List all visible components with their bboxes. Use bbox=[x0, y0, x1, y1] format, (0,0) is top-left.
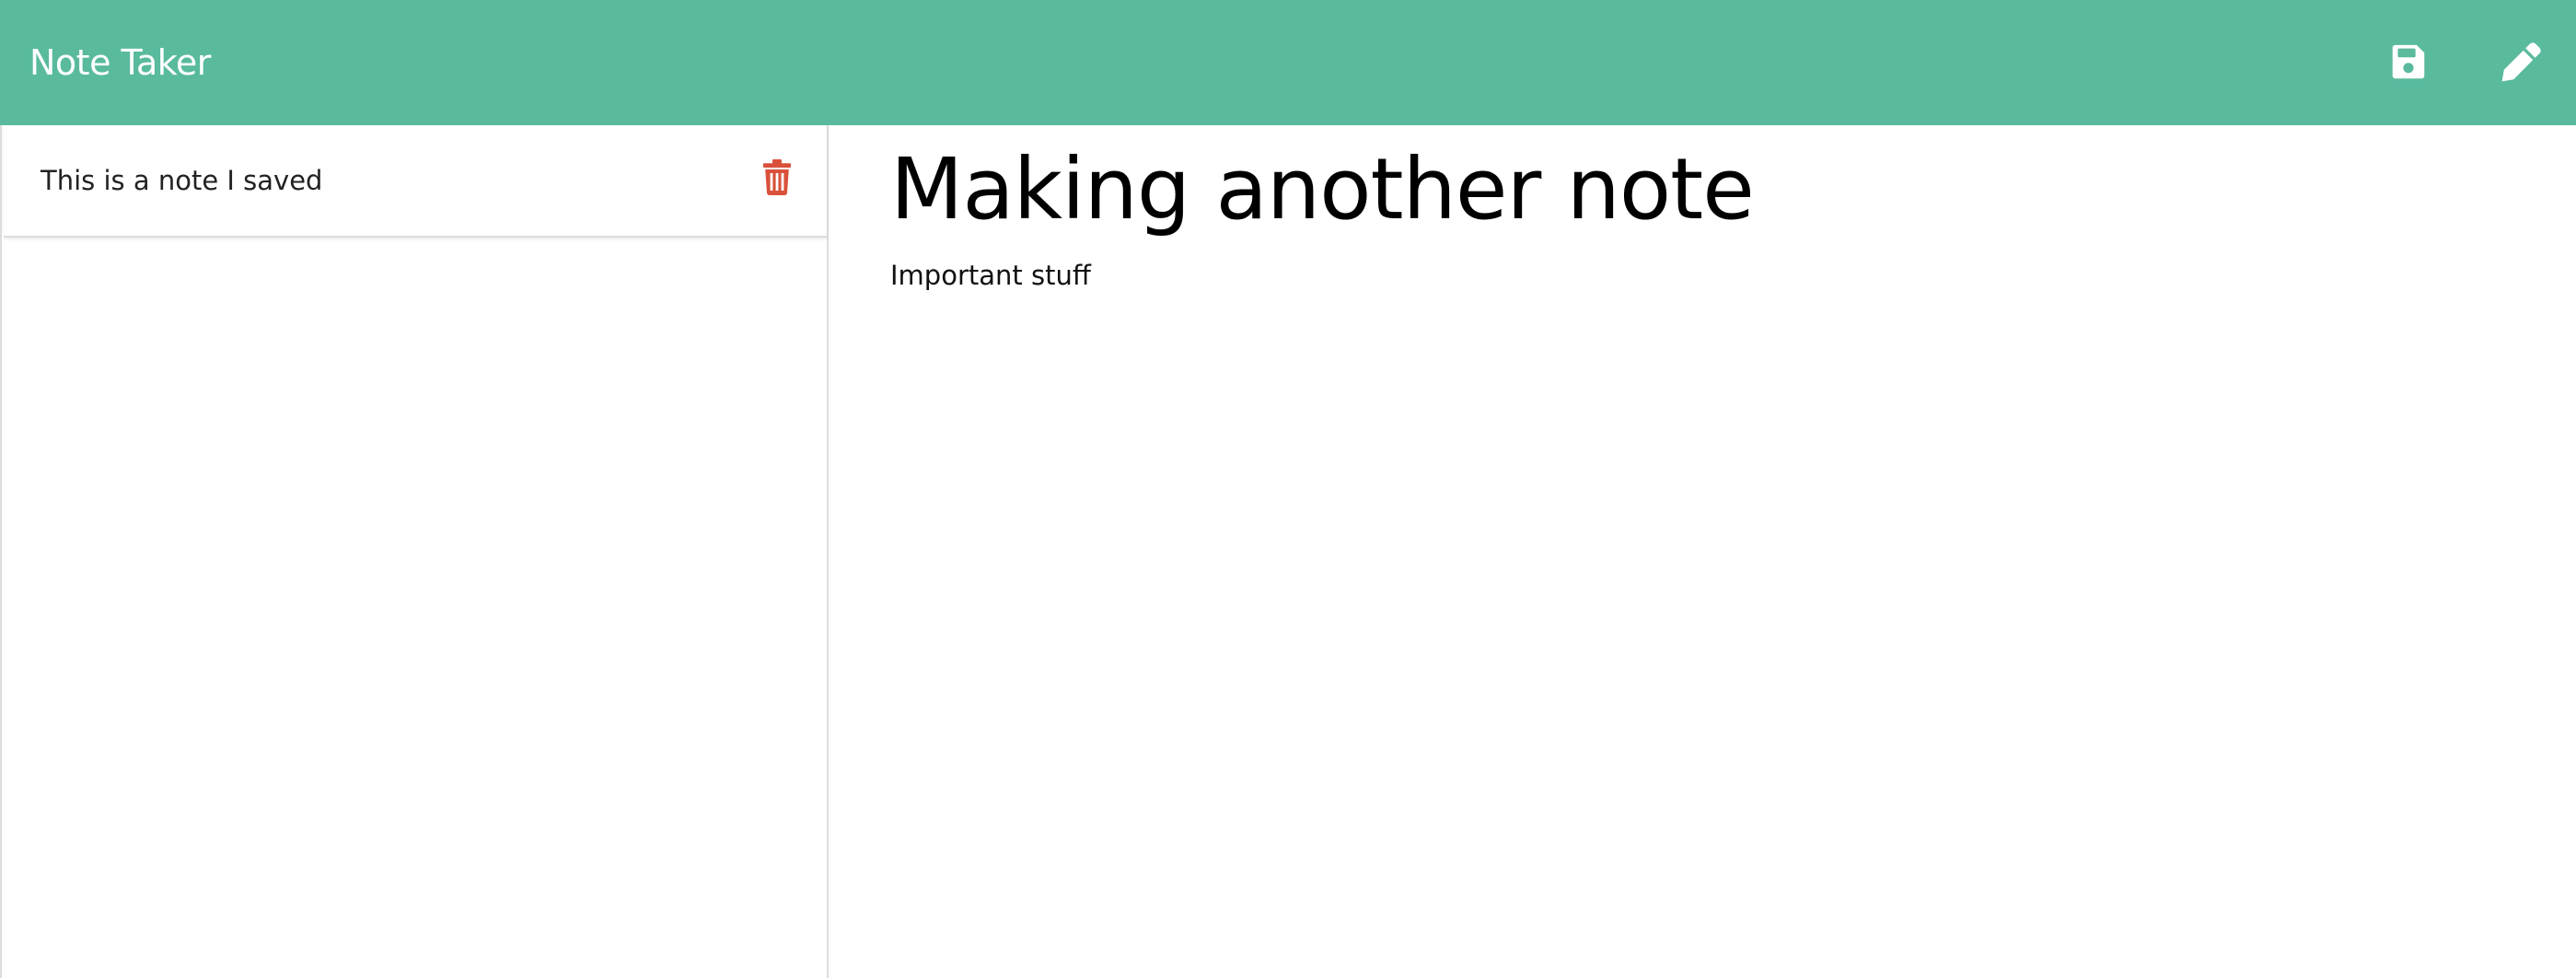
app-title[interactable]: Note Taker bbox=[29, 42, 211, 83]
delete-note-button[interactable] bbox=[759, 157, 795, 197]
note-title[interactable]: Making another note bbox=[890, 147, 2576, 232]
note-list-title[interactable]: This is a note I saved bbox=[41, 165, 322, 196]
note-textarea[interactable]: Important stuff bbox=[890, 260, 2576, 291]
notes-sidebar: This is a note I saved bbox=[0, 125, 829, 978]
header-actions bbox=[2381, 0, 2548, 125]
pencil-icon bbox=[2501, 42, 2541, 82]
note-editor: Making another note Important stuff bbox=[830, 125, 2576, 978]
note-list: This is a note I saved bbox=[2, 125, 827, 238]
list-item[interactable]: This is a note I saved bbox=[4, 125, 827, 238]
trash-icon bbox=[763, 159, 791, 195]
save-note-button[interactable] bbox=[2381, 35, 2436, 90]
top-navbar: Note Taker bbox=[0, 0, 2576, 125]
save-icon bbox=[2392, 44, 2425, 79]
new-note-button[interactable] bbox=[2493, 35, 2548, 90]
